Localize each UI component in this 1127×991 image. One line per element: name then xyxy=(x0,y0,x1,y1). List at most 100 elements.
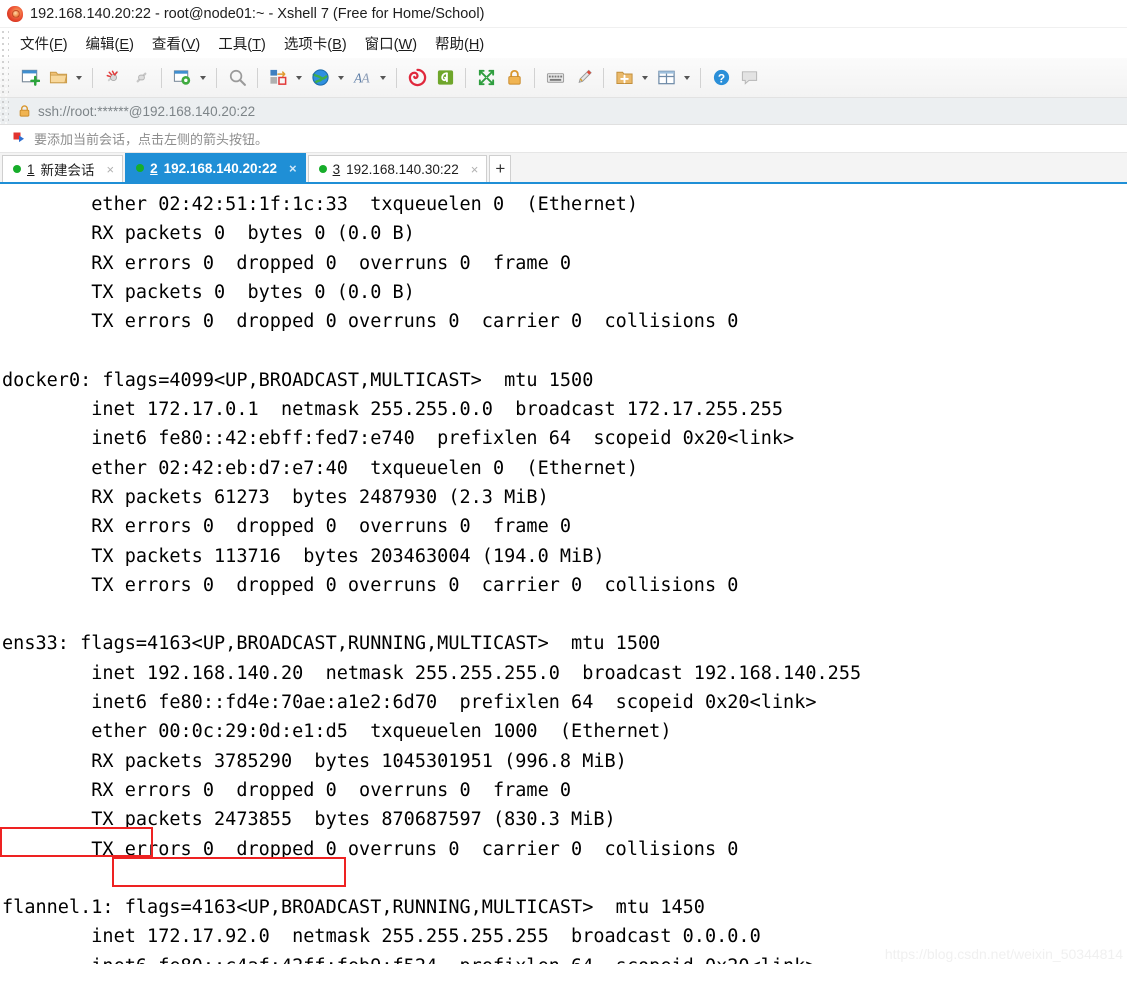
tab-close-icon[interactable]: × xyxy=(107,163,115,176)
menu-label-window-pre: 窗口( xyxy=(364,36,399,53)
menu-label-edit-pre: 编辑( xyxy=(85,36,120,53)
session-properties-icon[interactable] xyxy=(169,64,195,92)
tab-new-session[interactable]: 1 新建会话 × xyxy=(2,155,124,182)
menu-label-tab-post: ) xyxy=(341,36,347,53)
menubar-gripper[interactable] xyxy=(0,28,9,58)
tab-number: 1 xyxy=(27,161,35,177)
xagent-icon[interactable] xyxy=(432,64,458,92)
reconnect-icon[interactable] xyxy=(128,64,154,92)
menu-item-help[interactable]: 帮助(H) xyxy=(434,31,485,56)
menu-bar: 文件(F) 编辑(E) 查看(V) 工具(T) 选项卡(B) 窗口(W) 帮助(… xyxy=(0,28,1127,58)
globe-icon[interactable] xyxy=(307,64,333,92)
window-title: 192.168.140.20:22 - root@node01:~ - Xshe… xyxy=(30,5,485,22)
svg-text:?: ? xyxy=(717,71,724,85)
keyboard-icon[interactable] xyxy=(542,64,568,92)
new-tab-button[interactable]: + xyxy=(489,155,512,182)
notice-text: 要添加当前会话，点击左侧的箭头按钮。 xyxy=(34,132,269,147)
svg-text:A: A xyxy=(360,70,370,85)
terminal-line: flannel.1: flags=4163<UP,BROADCAST,RUNNI… xyxy=(2,897,705,919)
tab-close-icon[interactable]: × xyxy=(289,162,297,175)
lock-icon[interactable] xyxy=(501,64,527,92)
terminal-output[interactable]: ether 02:42:51:1f:1c:33 txqueuelen 0 (Et… xyxy=(0,184,1127,964)
toolbar: AA ? xyxy=(0,58,1127,98)
toolbar-separator xyxy=(216,67,217,88)
toolbar-separator xyxy=(257,67,258,88)
terminal-line: RX packets 0 bytes 0 (0.0 B) xyxy=(2,223,415,245)
toolbar-separator xyxy=(603,67,604,88)
session-properties-caret-icon[interactable] xyxy=(197,64,209,92)
menu-items: 文件(F) 编辑(E) 查看(V) 工具(T) 选项卡(B) 窗口(W) 帮助(… xyxy=(9,28,485,58)
menu-mnemonic-file: F xyxy=(53,36,63,53)
open-folder-icon[interactable] xyxy=(45,64,71,92)
terminal-line: ether 00:0c:29:0d:e1:d5 txqueuelen 1000 … xyxy=(2,721,672,743)
tab-status-dot xyxy=(13,165,21,173)
menu-item-view[interactable]: 查看(V) xyxy=(151,31,201,56)
transfer-file-caret-icon[interactable] xyxy=(293,64,305,92)
terminal-line: inet6 fe80::fd4e:70ae:a1e2:6d70 prefixle… xyxy=(2,692,817,714)
tab-status-dot xyxy=(136,164,145,172)
layout-caret-icon[interactable] xyxy=(681,64,693,92)
open-folder-caret-icon[interactable] xyxy=(73,64,85,92)
menu-label-window-post: ) xyxy=(412,36,418,53)
terminal-line: TX packets 2473855 bytes 870687597 (830.… xyxy=(2,809,616,831)
fullscreen-icon[interactable] xyxy=(473,64,499,92)
disconnect-icon[interactable] xyxy=(100,64,126,92)
terminal-line: RX errors 0 dropped 0 overruns 0 frame 0 xyxy=(2,252,572,274)
layout-icon[interactable] xyxy=(653,64,679,92)
lock-icon xyxy=(19,105,30,117)
tab-close-icon[interactable]: × xyxy=(471,163,479,176)
menu-label-tools-post: ) xyxy=(260,36,266,53)
help-icon[interactable]: ? xyxy=(708,64,734,92)
menu-label-edit-post: ) xyxy=(129,36,134,53)
xftp-icon[interactable] xyxy=(404,64,430,92)
font-caret-icon[interactable] xyxy=(377,64,389,92)
menu-mnemonic-help: H xyxy=(468,36,480,53)
compose-icon[interactable] xyxy=(570,64,596,92)
menu-item-window[interactable]: 窗口(W) xyxy=(364,31,418,56)
terminal-line: ens33: flags=4163<UP,BROADCAST,RUNNING,M… xyxy=(2,633,661,655)
terminal-line: inet 192.168.140.20 netmask 255.255.255.… xyxy=(2,662,862,684)
tab-bar: 1 新建会话 × 2 192.168.140.20:22 × 3 192.168… xyxy=(0,153,1127,184)
menu-item-tools[interactable]: 工具(T) xyxy=(217,31,267,56)
menu-mnemonic-view: V xyxy=(185,36,196,53)
menu-label-view-post: ) xyxy=(195,36,201,53)
menu-label-file-pre: 文件( xyxy=(20,36,54,53)
terminal-line: inet 172.17.0.1 netmask 255.255.0.0 broa… xyxy=(2,399,784,421)
menu-mnemonic-tools: T xyxy=(252,36,261,53)
red-flag-icon xyxy=(13,132,24,143)
addressbar-gripper[interactable] xyxy=(0,98,9,124)
tab-label: 192.168.140.20:22 xyxy=(163,160,277,176)
tab-number: 2 xyxy=(150,160,158,176)
terminal-line: RX errors 0 dropped 0 overruns 0 frame 0 xyxy=(2,516,572,538)
menu-label-help-pre: 帮助( xyxy=(435,36,469,53)
add-tab-icon[interactable] xyxy=(611,64,637,92)
terminal-line: TX errors 0 dropped 0 overruns 0 carrier… xyxy=(2,311,739,333)
address-input[interactable]: ssh://root:******@192.168.140.20:22 xyxy=(38,104,255,119)
globe-caret-icon[interactable] xyxy=(335,64,347,92)
transfer-file-icon[interactable] xyxy=(265,64,291,92)
terminal-line: RX packets 3785290 bytes 1045301951 (996… xyxy=(2,750,627,772)
menu-mnemonic-tab: B xyxy=(332,36,342,53)
menu-item-tab[interactable]: 选项卡(B) xyxy=(283,31,348,56)
new-session-icon[interactable] xyxy=(17,64,43,92)
tab-192-168-140-30[interactable]: 3 192.168.140.30:22 × xyxy=(307,155,488,182)
comment-icon[interactable] xyxy=(736,64,762,92)
toolbar-gripper[interactable] xyxy=(0,58,9,97)
toolbar-separator xyxy=(396,67,397,88)
menu-item-file[interactable]: 文件(F) xyxy=(19,31,69,56)
address-bar[interactable]: ssh://root:******@192.168.140.20:22 xyxy=(0,98,1127,125)
add-tab-caret-icon[interactable] xyxy=(639,64,651,92)
menu-mnemonic-window: W xyxy=(398,36,413,53)
terminal-line: docker0: flags=4099<UP,BROADCAST,MULTICA… xyxy=(2,369,594,391)
tab-192-168-140-20[interactable]: 2 192.168.140.20:22 × xyxy=(125,153,306,182)
font-icon[interactable]: AA xyxy=(349,64,375,92)
search-icon[interactable] xyxy=(224,64,250,92)
terminal-line: TX packets 113716 bytes 203463004 (194.0… xyxy=(2,545,605,567)
address-input-wrap[interactable]: ssh://root:******@192.168.140.20:22 xyxy=(9,98,1127,124)
terminal-line: RX packets 61273 bytes 2487930 (2.3 MiB) xyxy=(2,486,549,508)
notice-bar: 要添加当前会话，点击左侧的箭头按钮。 xyxy=(0,125,1127,153)
menu-item-edit[interactable]: 编辑(E) xyxy=(85,31,135,56)
